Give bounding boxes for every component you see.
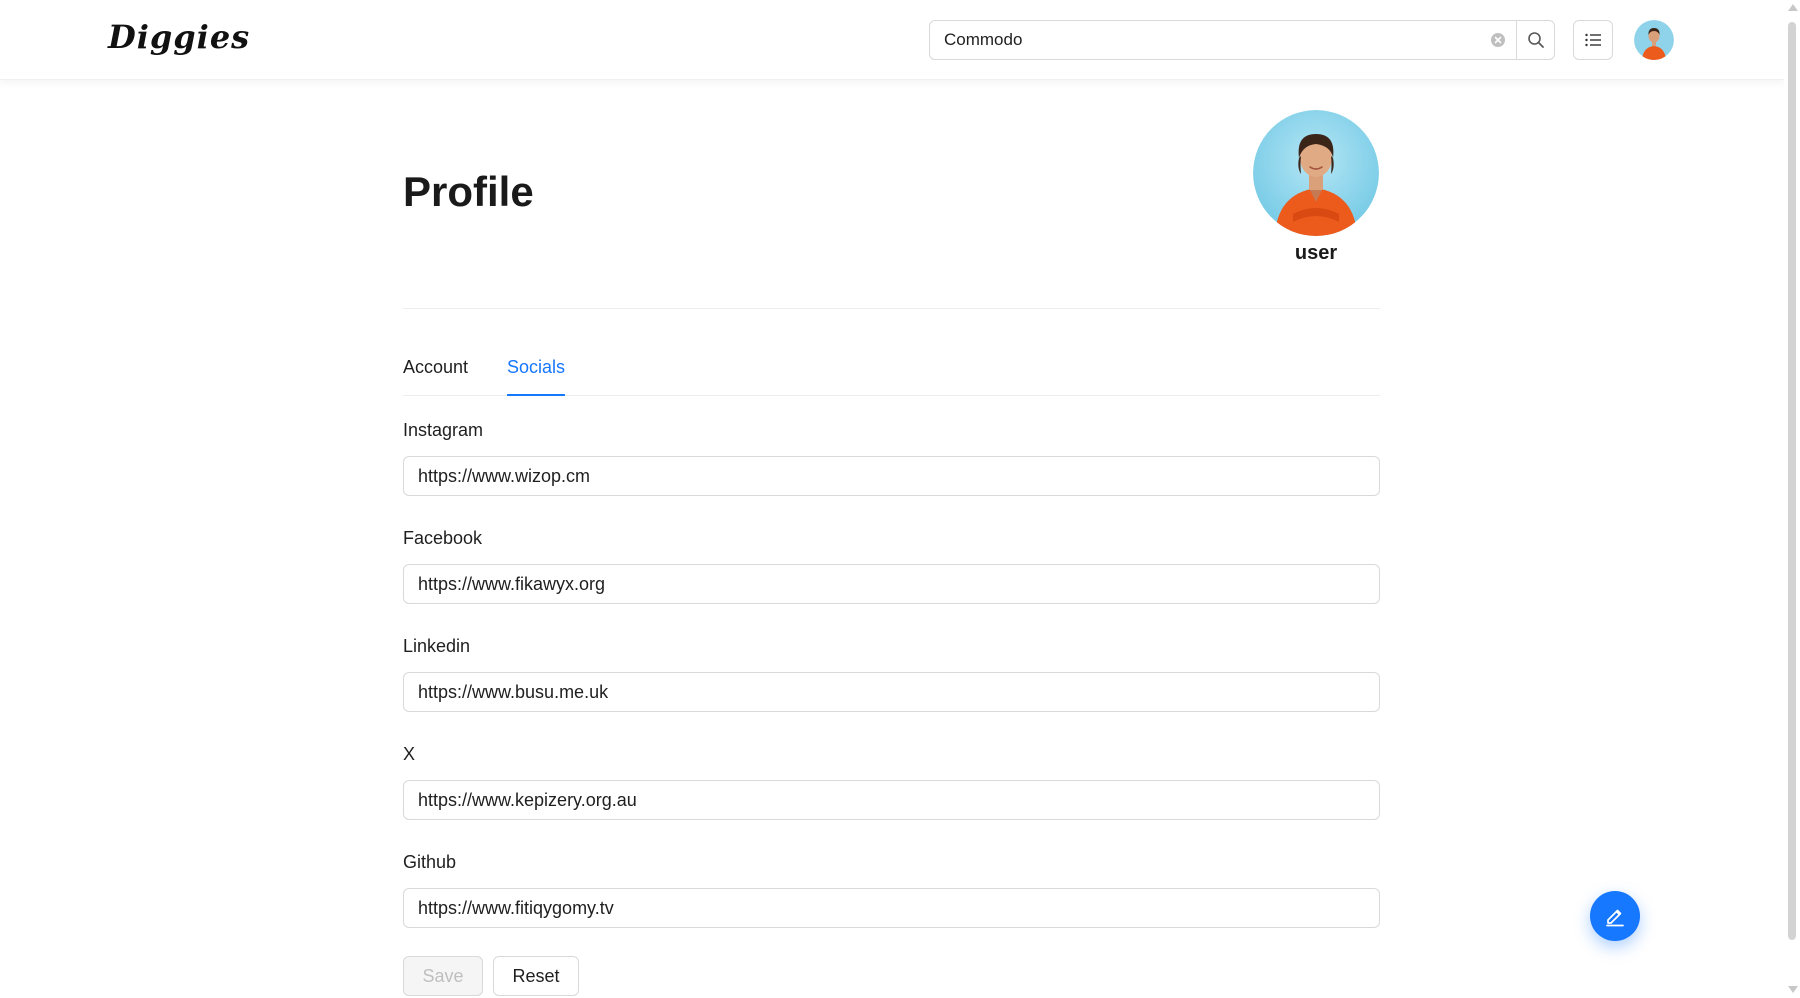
instagram-label: Instagram bbox=[403, 420, 484, 440]
logo[interactable]: Diggies bbox=[108, 18, 250, 56]
page-title: Profile bbox=[403, 168, 534, 215]
search-button[interactable] bbox=[1516, 21, 1554, 59]
top-header: Diggies bbox=[0, 0, 1784, 80]
edit-fab-button[interactable] bbox=[1590, 891, 1640, 941]
facebook-field[interactable] bbox=[403, 564, 1380, 604]
list-icon bbox=[1585, 33, 1601, 47]
profile-username: user bbox=[1294, 242, 1338, 264]
linkedin-field[interactable] bbox=[403, 672, 1380, 712]
section-divider bbox=[403, 308, 1380, 309]
facebook-label: Facebook bbox=[403, 528, 483, 548]
profile-avatar[interactable] bbox=[1253, 110, 1379, 236]
tab-socials[interactable]: Socials bbox=[507, 357, 566, 396]
clear-circle-icon[interactable] bbox=[1480, 21, 1516, 59]
edit-icon bbox=[1606, 909, 1624, 927]
menu-button[interactable] bbox=[1573, 20, 1613, 60]
instagram-field[interactable] bbox=[403, 456, 1380, 496]
save-button[interactable]: Save bbox=[403, 956, 483, 996]
scroll-down-arrow-icon[interactable] bbox=[1788, 986, 1798, 993]
tab-account[interactable]: Account bbox=[403, 357, 468, 394]
scrollbar-thumb[interactable] bbox=[1788, 22, 1796, 940]
vertical-scrollbar[interactable] bbox=[1784, 0, 1800, 998]
search-icon bbox=[1527, 32, 1544, 48]
search-bar bbox=[929, 20, 1555, 60]
search-input[interactable] bbox=[930, 21, 1480, 59]
reset-button[interactable]: Reset bbox=[493, 956, 579, 996]
profile-tabs: Account Socials bbox=[403, 352, 1380, 396]
github-label: Github bbox=[403, 852, 457, 872]
linkedin-label: Linkedin bbox=[403, 636, 471, 656]
user-avatar[interactable] bbox=[1634, 20, 1674, 60]
x-label: X bbox=[403, 744, 416, 764]
x-field[interactable] bbox=[403, 780, 1380, 820]
scroll-up-arrow-icon[interactable] bbox=[1788, 4, 1798, 11]
github-field[interactable] bbox=[403, 888, 1380, 928]
